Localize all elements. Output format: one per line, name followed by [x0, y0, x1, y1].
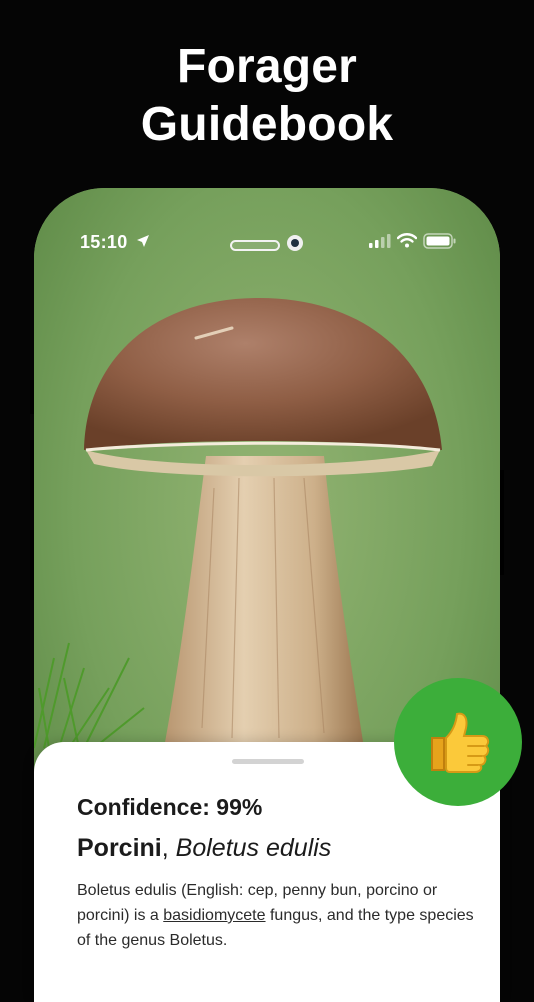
- like-button[interactable]: [394, 678, 522, 806]
- cellular-signal-icon: [369, 234, 391, 248]
- status-time: 15:10: [80, 232, 128, 252]
- battery-icon: [423, 233, 456, 249]
- common-name: Porcini: [77, 834, 162, 862]
- species-description: Boletus edulis (English: cep, penny bun,…: [77, 878, 477, 953]
- status-bar: 15:10: [34, 230, 500, 254]
- basidiomycete-link[interactable]: basidiomycete: [163, 907, 265, 924]
- promo-title-line-2: Guidebook: [140, 98, 394, 151]
- scientific-name: Boletus edulis: [175, 834, 332, 862]
- front-camera-icon: [287, 235, 303, 251]
- promo-headline: Forager Guidebook: [0, 38, 534, 154]
- species-name: Porcini, Boletus edulis: [77, 834, 331, 863]
- dynamic-island-pill: [230, 240, 280, 251]
- promo-title-line-1: Forager: [176, 40, 358, 93]
- name-separator: ,: [161, 834, 176, 862]
- wifi-icon: [397, 233, 417, 248]
- phone-side-button: [500, 470, 504, 575]
- thumbs-up-icon: [431, 712, 490, 773]
- confidence-label: Confidence: 99%: [77, 794, 263, 820]
- sheet-drag-handle[interactable]: [232, 759, 304, 764]
- location-arrow-icon: [137, 235, 149, 247]
